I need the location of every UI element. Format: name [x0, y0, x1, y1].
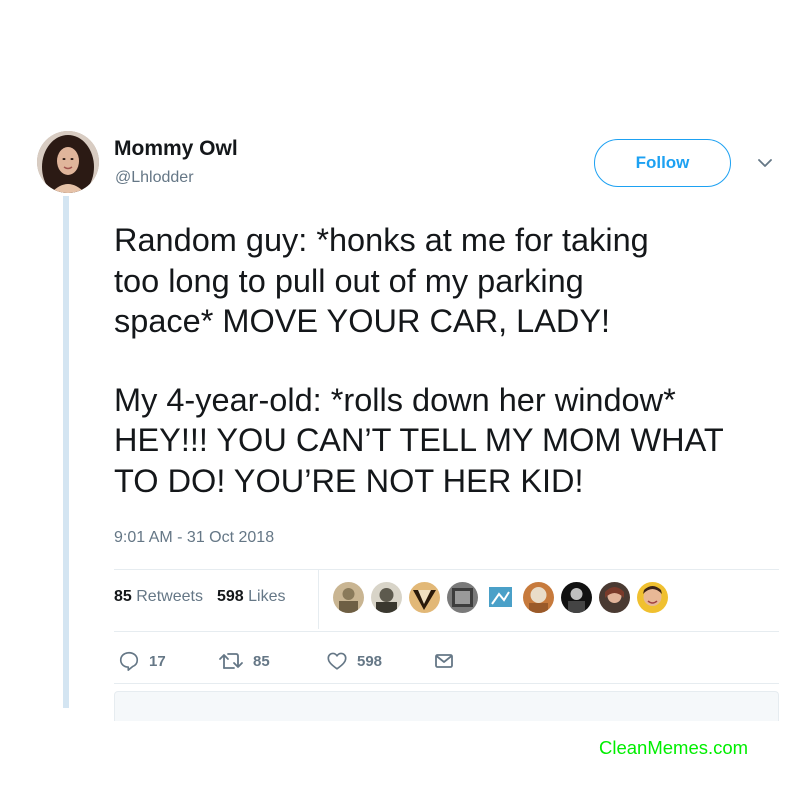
heart-icon — [326, 650, 348, 672]
retweets-label: Retweets — [136, 588, 203, 605]
liker-avatar[interactable] — [561, 582, 592, 613]
chevron-down-icon[interactable] — [757, 156, 773, 168]
retweets-stat[interactable]: 85 Retweets — [114, 588, 203, 606]
tweet-actions: 17 85 598 — [118, 650, 454, 672]
retweet-button[interactable]: 85 — [218, 650, 326, 672]
retweets-count: 85 — [114, 588, 132, 605]
tweet-paragraph: My 4-year-old: *rolls down her window* H… — [114, 381, 724, 499]
liker-avatar[interactable] — [447, 582, 478, 613]
thread-line — [63, 196, 69, 708]
likes-count: 598 — [216, 588, 244, 605]
user-handle[interactable]: @Lhlodder — [115, 169, 194, 187]
retweet-count: 85 — [253, 652, 270, 670]
liker-avatar[interactable] — [637, 582, 668, 613]
liker-avatar[interactable] — [333, 582, 364, 613]
tweet-timestamp[interactable]: 9:01 AM - 31 Oct 2018 — [114, 529, 274, 547]
divider — [114, 683, 779, 684]
liker-avatar[interactable] — [409, 582, 440, 613]
follow-button[interactable]: Follow — [594, 139, 731, 187]
reply-count: 17 — [149, 652, 166, 670]
tweet-paragraph: Random guy: *honks at me for taking too … — [114, 222, 649, 339]
reply-button[interactable]: 17 — [118, 650, 218, 672]
like-count: 598 — [357, 652, 383, 670]
retweet-icon — [218, 650, 244, 672]
reply-box[interactable] — [114, 691, 779, 721]
reply-icon — [118, 650, 140, 672]
tweet-stats: 85 Retweets 598 Likes — [114, 588, 285, 606]
likes-stat[interactable]: 598 Likes — [217, 588, 286, 606]
stats-separator — [318, 570, 319, 629]
likers-avatars — [333, 582, 668, 613]
divider — [114, 631, 779, 632]
tweet-text: Random guy: *honks at me for taking too … — [114, 220, 784, 501]
liker-avatar[interactable] — [523, 582, 554, 613]
liker-avatar[interactable] — [371, 582, 402, 613]
likes-label: Likes — [248, 588, 286, 605]
divider — [114, 569, 779, 570]
display-name[interactable]: Mommy Owl — [114, 137, 238, 161]
watermark: CleanMemes.com — [599, 737, 749, 758]
liker-avatar[interactable] — [485, 582, 516, 613]
envelope-icon — [434, 652, 454, 670]
user-avatar[interactable] — [37, 131, 99, 193]
like-button[interactable]: 598 — [326, 650, 434, 672]
liker-avatar[interactable] — [599, 582, 630, 613]
direct-message-button[interactable] — [434, 652, 454, 670]
